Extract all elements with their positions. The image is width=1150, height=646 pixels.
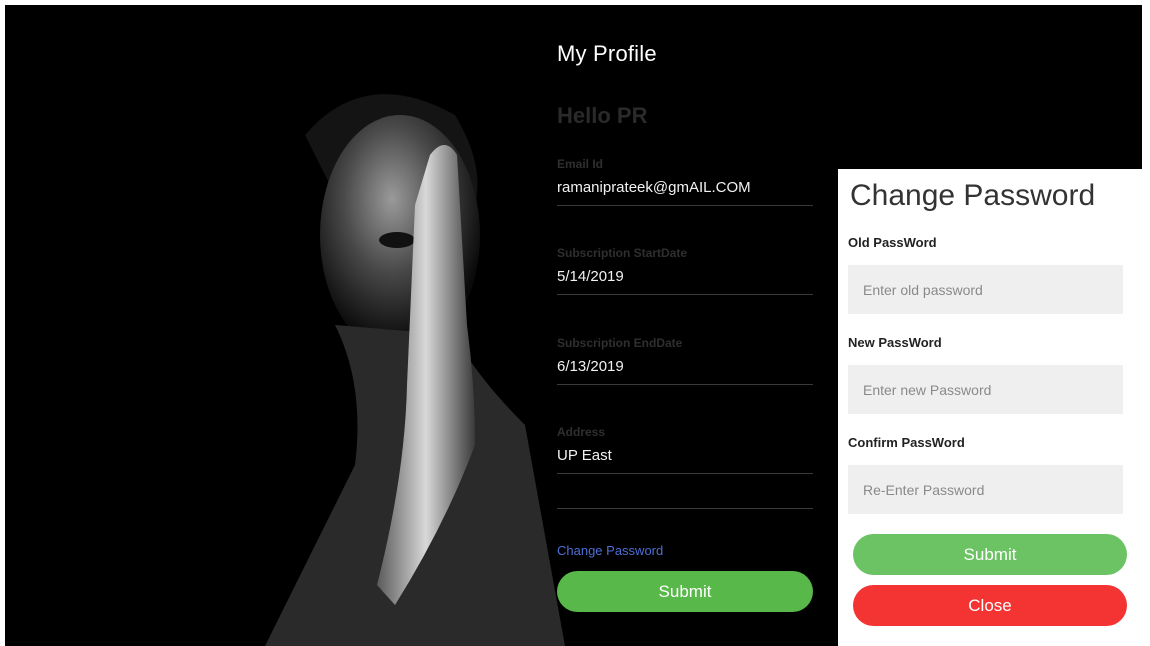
divider: [557, 508, 813, 509]
subscription-end-label: Subscription EndDate: [557, 336, 683, 350]
change-password-modal: Change Password Old PassWord New PassWor…: [838, 169, 1142, 646]
subscription-start-field: Subscription StartDate 5/14/2019: [557, 246, 813, 295]
change-password-submit-button[interactable]: Submit: [853, 534, 1127, 575]
new-password-input[interactable]: [848, 365, 1123, 414]
confirm-password-label: Confirm PassWord: [848, 435, 965, 450]
new-password-group: New PassWord: [848, 335, 1123, 414]
subscription-end-field: Subscription EndDate 6/13/2019: [557, 336, 813, 385]
close-button[interactable]: Close: [853, 585, 1127, 626]
email-field: Email Id ramaniprateek@gmAIL.COM: [557, 157, 813, 206]
profile-submit-button[interactable]: Submit: [557, 571, 813, 612]
confirm-password-group: Confirm PassWord: [848, 435, 1123, 514]
email-label: Email Id: [557, 157, 604, 171]
address-field: Address UP East: [557, 425, 813, 474]
portrait-image: [5, 5, 565, 646]
greeting: Hello PR: [557, 103, 648, 128]
modal-title: Change Password: [850, 179, 1096, 212]
old-password-label: Old PassWord: [848, 235, 937, 250]
confirm-password-input[interactable]: [848, 465, 1123, 514]
new-password-label: New PassWord: [848, 335, 942, 350]
old-password-input[interactable]: [848, 265, 1123, 314]
address-label: Address: [557, 425, 606, 439]
subscription-start-label: Subscription StartDate: [557, 246, 688, 260]
email-value: ramaniprateek@gmAIL.COM: [557, 173, 813, 206]
change-password-link[interactable]: Change Password: [557, 543, 663, 558]
page-title: My Profile: [557, 41, 657, 66]
address-value: UP East: [557, 441, 813, 474]
subscription-end-value: 6/13/2019: [557, 352, 813, 385]
old-password-group: Old PassWord: [848, 235, 1123, 314]
subscription-start-value: 5/14/2019: [557, 262, 813, 295]
